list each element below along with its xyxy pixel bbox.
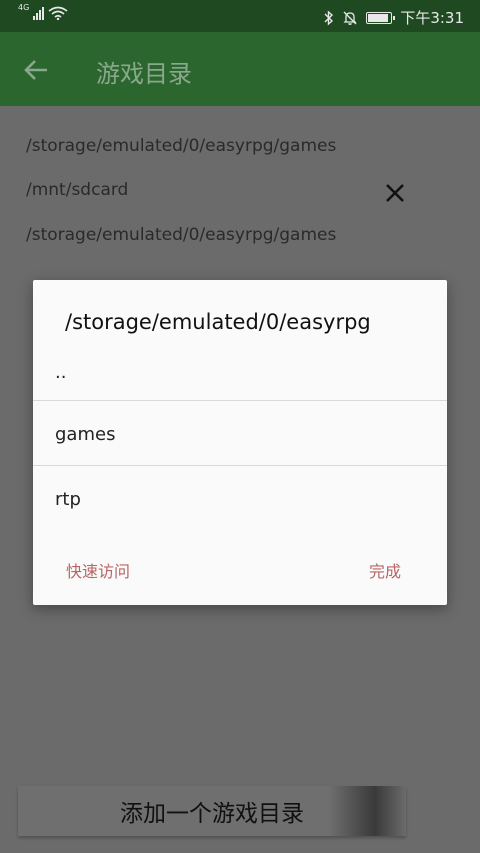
battery-icon [366,11,396,24]
directory-item[interactable]: /storage/emulated/0/easyrpg/games [26,136,336,156]
back-button[interactable] [18,52,54,88]
divider [33,465,447,466]
folder-item-parent[interactable]: .. [33,340,447,404]
page-title: 游戏目录 [96,60,192,88]
done-button[interactable]: 完成 [369,558,401,582]
folder-item-games[interactable]: games [33,402,447,466]
status-left: 4G [18,3,68,20]
bluetooth-icon [324,9,334,26]
status-right: 下午3:31 [324,7,464,28]
wifi-icon [48,6,68,20]
bell-muted-icon [343,11,357,25]
dialog-title: /storage/emulated/0/easyrpg [65,310,371,334]
divider [33,400,447,401]
quick-access-button[interactable]: 快速访问 [66,558,130,582]
folder-item-rtp[interactable]: rtp [33,467,447,531]
directory-item[interactable]: /mnt/sdcard [26,180,128,200]
network-type: 4G [18,3,30,12]
signal-icon [33,6,45,20]
app-bar: 游戏目录 [0,32,480,106]
add-game-directory-button[interactable]: 添加一个游戏目录 [18,786,406,836]
status-time: 下午3:31 [400,9,464,27]
folder-picker-dialog: /storage/emulated/0/easyrpg .. games rtp… [33,280,447,605]
remove-directory-button[interactable] [380,178,410,208]
close-icon [386,184,404,202]
status-bar: 4G 下午3:31 [0,0,480,32]
arrow-left-icon [24,60,47,80]
directory-item[interactable]: /storage/emulated/0/easyrpg/games [26,225,336,245]
